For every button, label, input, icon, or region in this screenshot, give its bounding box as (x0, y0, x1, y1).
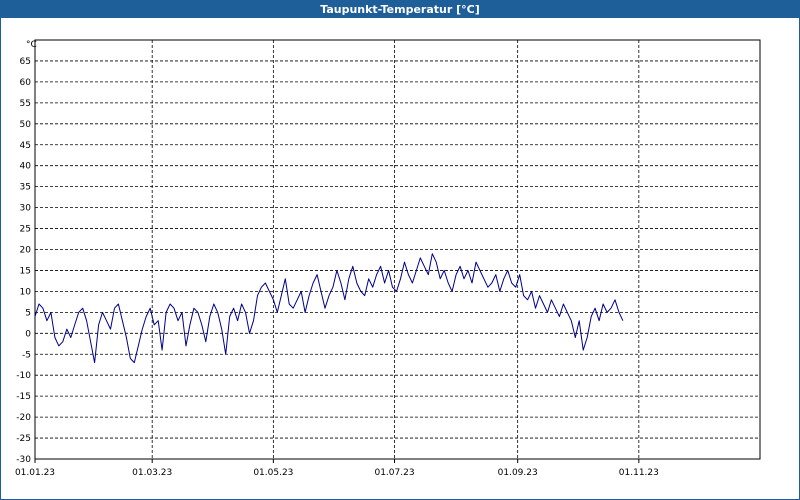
y-tick-label: 65 (20, 57, 31, 67)
series-layer (34, 253, 624, 364)
x-tick-label: 01.05.23 (253, 468, 293, 478)
y-tick-label: 35 (20, 183, 31, 193)
x-tick-label: 01.09.23 (498, 468, 538, 478)
y-tick-label: 55 (20, 99, 31, 109)
y-axis-ticks: 65605550454035302520151050-5-10-15-20-25… (16, 57, 31, 465)
y-tick-label: 30 (20, 204, 32, 214)
y-tick-label: -5 (22, 350, 31, 360)
x-tick-label: 01.01.23 (15, 468, 55, 478)
series-line-0 (34, 253, 624, 364)
dew-point-chart: °C 65605550454035302520151050-5-10-15-20… (15, 39, 761, 478)
y-tick-label: -30 (16, 455, 31, 465)
y-tick-label: 60 (20, 78, 32, 88)
x-tick-label: 01.03.23 (132, 468, 172, 478)
y-tick-label: 20 (20, 246, 32, 256)
x-tick-label: 01.11.23 (619, 468, 659, 478)
y-tick-label: 25 (20, 225, 31, 235)
y-tick-label: 0 (25, 329, 31, 339)
y-tick-label: 15 (20, 266, 31, 276)
y-tick-label: -10 (16, 371, 31, 381)
y-tick-label: 45 (20, 141, 31, 151)
y-tick-label: 5 (25, 308, 31, 318)
y-tick-label: -25 (16, 434, 31, 444)
y-tick-label: 10 (20, 287, 32, 297)
y-tick-label: -20 (16, 413, 31, 423)
y-axis-unit-label: °C (26, 40, 37, 50)
x-tick-label: 01.07.23 (374, 468, 414, 478)
y-tick-label: 40 (20, 162, 32, 172)
y-tick-label: 50 (20, 120, 32, 130)
y-tick-label: -15 (16, 392, 31, 402)
grid (35, 40, 760, 459)
x-axis-ticks: 01.01.23 01.03.23 01.05.23 01.07.23 01.09.23… (15, 459, 659, 478)
